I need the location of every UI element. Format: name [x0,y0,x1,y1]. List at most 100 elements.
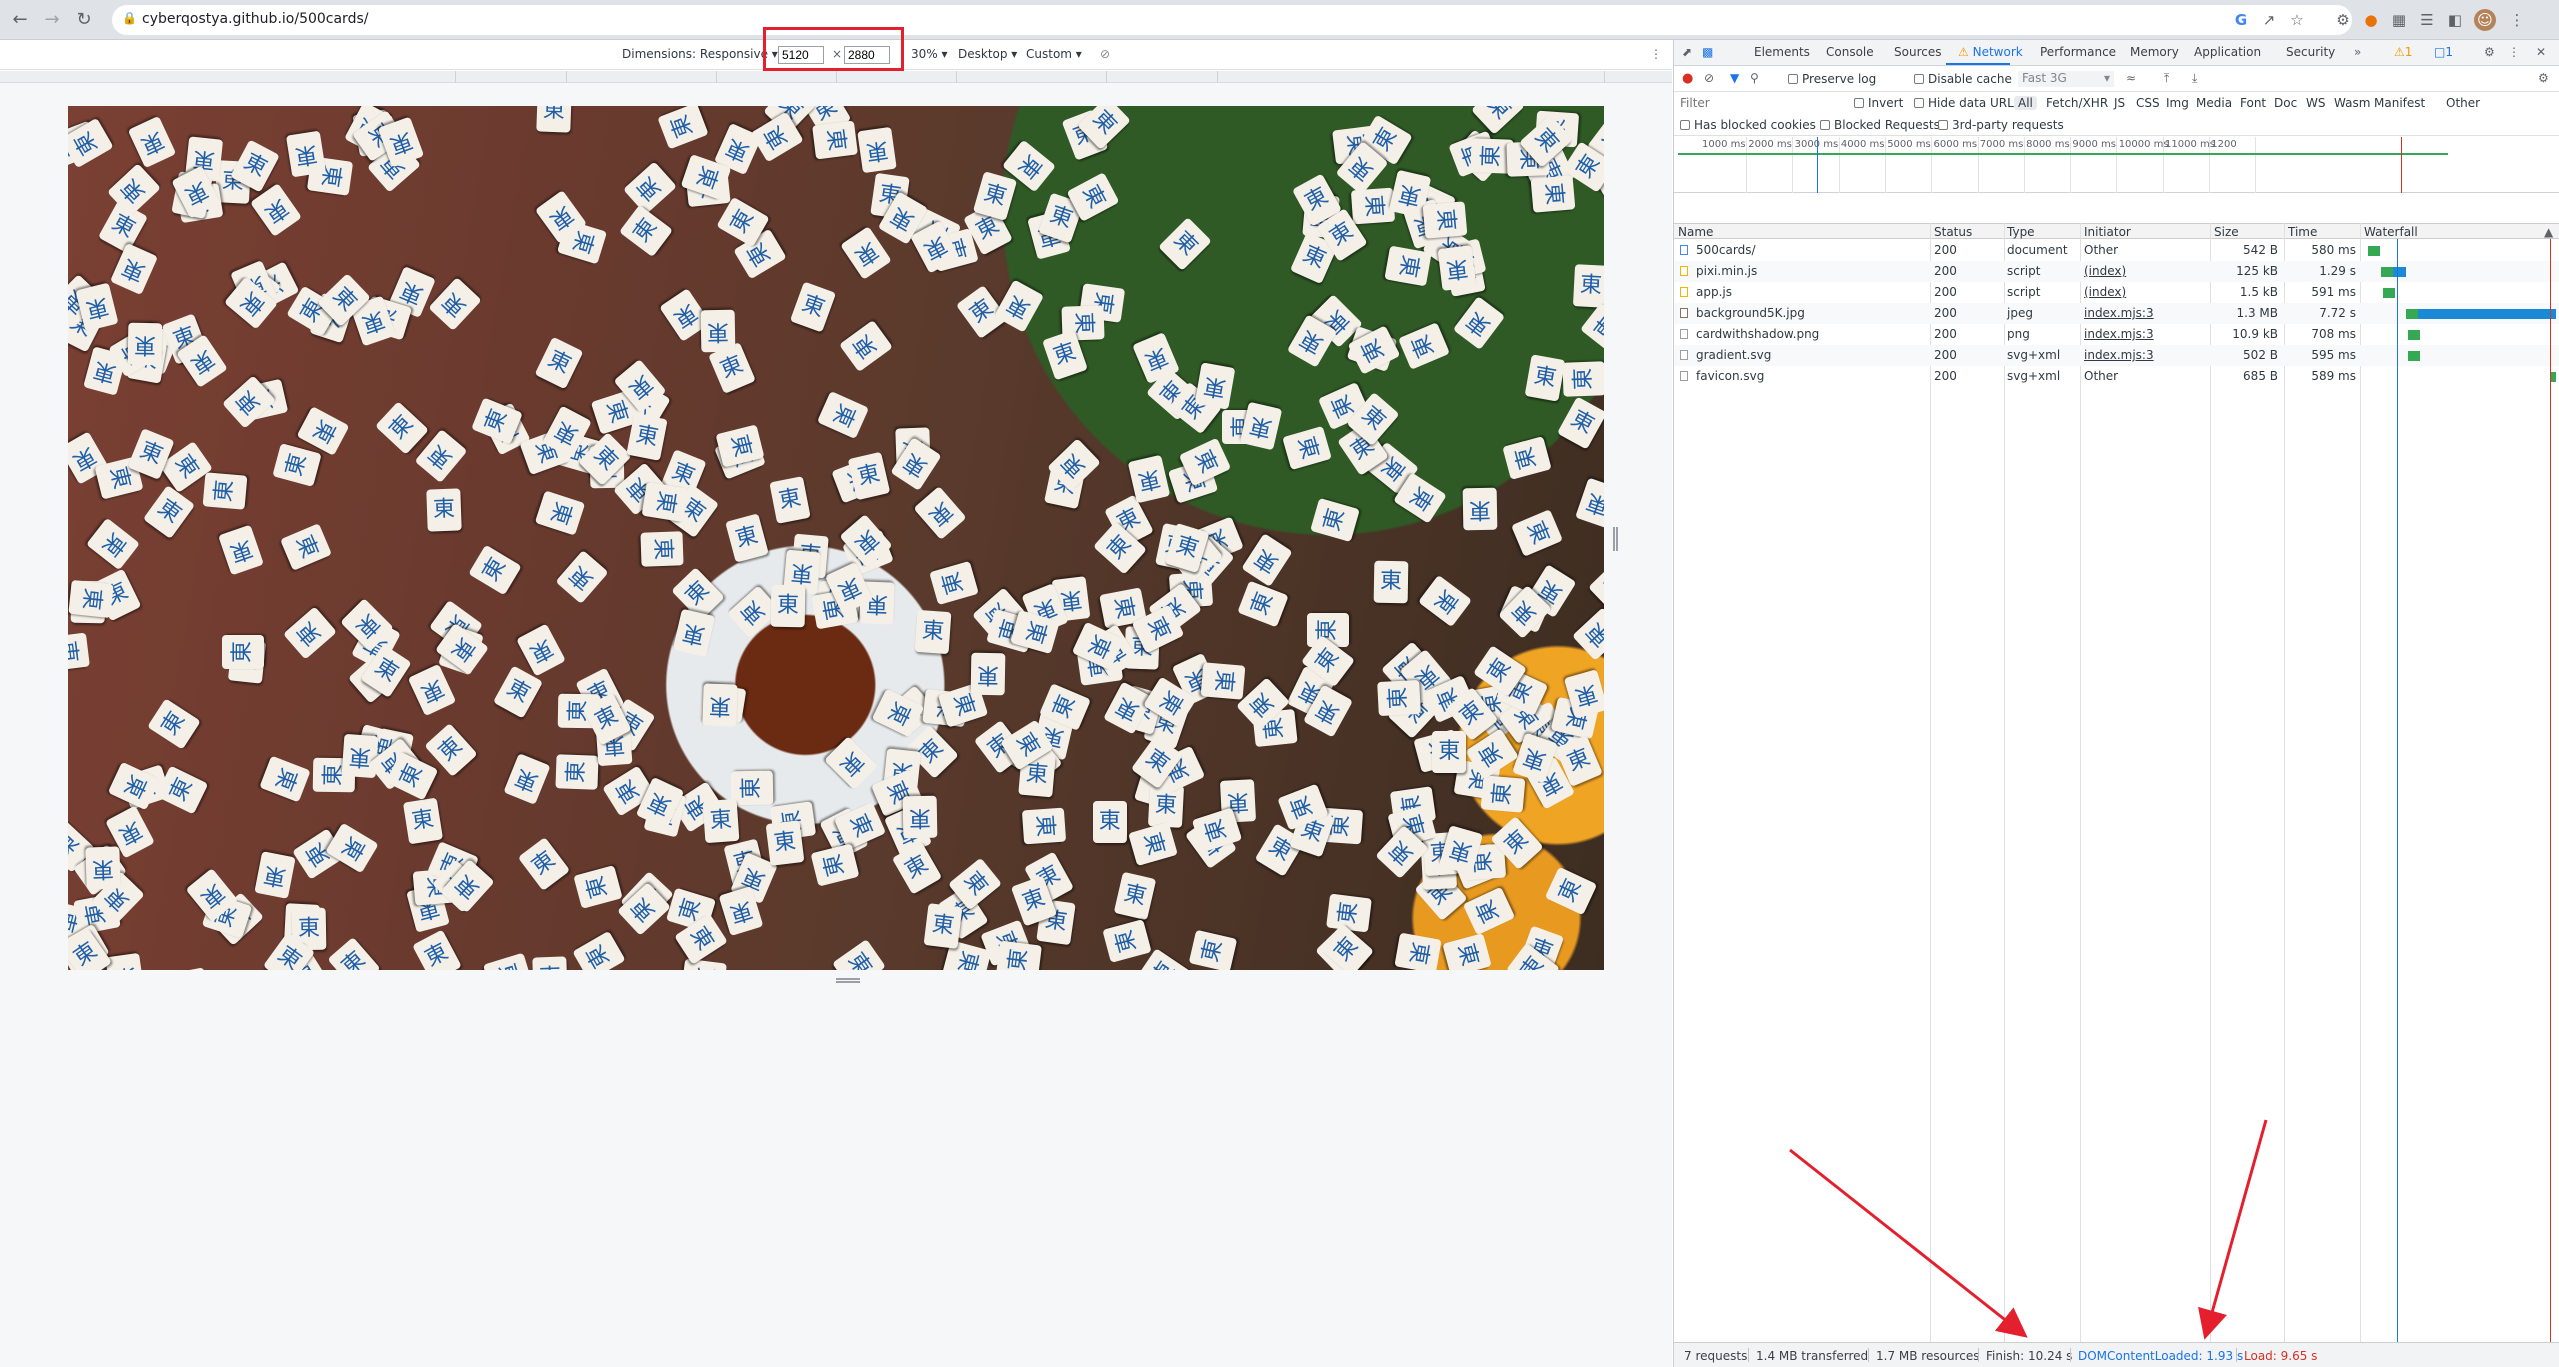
file-type-icon [1680,266,1688,276]
type-filter-media[interactable]: Media [2196,96,2232,110]
sort-arrow-icon[interactable]: ▲ [2544,225,2553,239]
tab-network[interactable]: ⚠ Network [1958,45,2023,59]
more-tabs-icon[interactable]: » [2354,45,2361,59]
forward-arrow-icon[interactable]: → [40,8,64,32]
request-initiator[interactable]: index.mjs:3 [2084,306,2154,320]
table-row[interactable]: app.js 200 script (index) 1.5 kB 591 ms [1674,282,2559,303]
request-initiator[interactable]: index.mjs:3 [2084,348,2154,362]
type-filter-other[interactable]: Other [2446,96,2480,110]
search-icon[interactable]: ⚲ [1750,71,1759,85]
column-waterfall[interactable]: Waterfall [2364,225,2418,239]
record-icon[interactable]: ● [1682,71,1693,86]
type-filter-js[interactable]: JS [2114,96,2125,110]
table-row[interactable]: 500cards/200 document Other 542 B 580 ms [1674,240,2559,261]
request-initiator[interactable]: (index) [2084,264,2126,278]
import-har-icon[interactable]: ⤒ [2164,71,2169,86]
network-conditions-icon[interactable]: ≈ [2126,71,2136,85]
warnings-badge[interactable]: ⚠1 [2394,45,2412,59]
clear-icon[interactable]: ⊘ [1704,71,1714,85]
type-filter-wasm[interactable]: Wasm [2334,96,2370,110]
chrome-menu-icon[interactable]: ⋮ [2506,9,2528,31]
column-type[interactable]: Type [2007,225,2035,239]
viewport-width-resize-handle[interactable] [1613,527,1618,551]
type-filter-css[interactable]: CSS [2136,96,2160,110]
invert-checkbox[interactable]: Invert [1854,96,1903,110]
filter-input[interactable] [1678,95,1848,111]
column-name[interactable]: Name [1678,225,1713,239]
tab-application[interactable]: Application [2194,45,2261,59]
media-query-ruler[interactable] [0,71,1672,83]
zoom-select[interactable]: 30% ▾ [911,47,948,61]
dimensions-select[interactable]: Dimensions: Responsive ▾ [622,47,778,61]
type-filter-all[interactable]: All [2014,96,2037,110]
table-row[interactable]: cardwithshadow.png 200 png index.mjs:3 10.9 … [1674,324,2559,345]
type-filter-img[interactable]: Img [2166,96,2189,110]
share-icon[interactable]: ↗ [2258,9,2280,31]
device-type-select[interactable]: Desktop ▾ [958,47,1017,61]
profile-avatar[interactable]: ☺ [2474,9,2496,31]
devtools-menu-icon[interactable]: ⋮ [2508,45,2520,59]
type-filter-doc[interactable]: Doc [2274,96,2297,110]
emulated-page-canvas[interactable]: 東東東東東東東東東東東東東東東東東東東東東東東東東東東東東東東東東東東東東東東東… [68,106,1604,970]
device-toggle-icon[interactable]: ▩ [1702,45,1713,59]
back-arrow-icon[interactable]: ← [8,8,32,32]
type-filter-fetch-xhr[interactable]: Fetch/XHR [2046,96,2108,110]
inspect-element-icon[interactable]: ⬈ [1682,45,1692,59]
mahjong-tile: 東 [555,754,599,790]
bookmark-star-icon[interactable]: ☆ [2286,9,2308,31]
rotate-icon[interactable]: ⊘ [1100,47,1110,61]
extensions-puzzle-icon[interactable]: ▦ [2388,9,2410,31]
throttle-select[interactable]: Custom ▾ [1026,47,1082,61]
extension-tool-icon[interactable]: ⚙ [2332,9,2354,31]
request-initiator[interactable]: index.mjs:3 [2084,327,2154,341]
hide-data-urls-checkbox[interactable]: Hide data URLs [1914,96,2020,110]
tab-security[interactable]: Security [2286,45,2335,59]
side-panel-icon[interactable]: ◧ [2444,9,2466,31]
table-row[interactable]: favicon.svg 200 svg+xml Other 685 B 589 ms [1674,366,2559,387]
table-row[interactable]: background5K.jpg 200 jpeg index.mjs:3 1.3 MB… [1674,303,2559,324]
export-har-icon[interactable]: ⤓ [2192,71,2197,86]
mahjong-tile: 東 [790,281,837,333]
reload-icon[interactable]: ↻ [72,8,96,32]
request-initiator[interactable]: (index) [2084,285,2126,299]
viewport-height-resize-handle[interactable] [836,978,860,983]
type-filter-manifest[interactable]: Manifest [2374,96,2425,110]
network-settings-icon[interactable]: ⚙ [2538,71,2549,85]
network-overview-timeline[interactable]: 1000 ms 2000 ms 3000 ms 4000 ms 5000 ms 6000 … [1674,137,2559,193]
third-party-requests-checkbox[interactable]: 3rd-party requests [1938,118,2064,132]
tab-memory[interactable]: Memory [2130,45,2179,59]
media-controls-icon[interactable]: ☰ [2416,9,2438,31]
device-toolbar-more-icon[interactable]: ⋮ [1650,47,1662,61]
google-icon[interactable]: G [2230,9,2252,31]
preserve-log-checkbox[interactable]: Preserve log [1788,72,1876,86]
close-icon[interactable]: ✕ [2536,45,2546,59]
messages-badge[interactable]: □1 [2434,45,2453,59]
throttling-select[interactable]: Fast 3G ▾ [2018,71,2114,87]
overview-load-marker [2401,137,2402,193]
column-status[interactable]: Status [1934,225,1972,239]
column-size[interactable]: Size [2214,225,2239,239]
mahjong-tile: 東 [271,443,322,488]
has-blocked-cookies-checkbox[interactable]: Has blocked cookies [1680,118,1816,132]
blocked-requests-checkbox[interactable]: Blocked Requests [1820,118,1940,132]
column-time[interactable]: Time [2288,225,2317,239]
settings-gear-icon[interactable]: ⚙ [2484,45,2495,59]
mahjong-tile: 東 [1350,187,1396,225]
tab-elements[interactable]: Elements [1754,45,1810,59]
mahjong-tile: 東 [626,413,668,462]
address-bar[interactable]: 🔒 cyberqostya.github.io/500cards/ [112,5,2352,35]
table-row[interactable]: gradient.svg 200 svg+xml index.mjs:3 502 B 59… [1674,345,2559,366]
overview-gridline [1792,137,1794,193]
extension-fire-icon[interactable]: ● [2360,9,2382,31]
tab-performance[interactable]: Performance [2040,45,2116,59]
disable-cache-checkbox[interactable]: Disable cache [1914,72,2012,86]
table-row[interactable]: pixi.min.js 200 script (index) 125 kB 1.29 s [1674,261,2559,282]
overview-tick-label: 1200 [2211,139,2237,150]
tab-console[interactable]: Console [1826,45,1874,59]
tab-sources[interactable]: Sources [1894,45,1941,59]
type-filter-ws[interactable]: WS [2306,96,2325,110]
column-initiator[interactable]: Initiator [2084,225,2131,239]
type-filter-font[interactable]: Font [2240,96,2266,110]
mahjong-tile: 東 [1398,322,1451,371]
filter-funnel-icon[interactable]: ▼ [1730,71,1739,85]
